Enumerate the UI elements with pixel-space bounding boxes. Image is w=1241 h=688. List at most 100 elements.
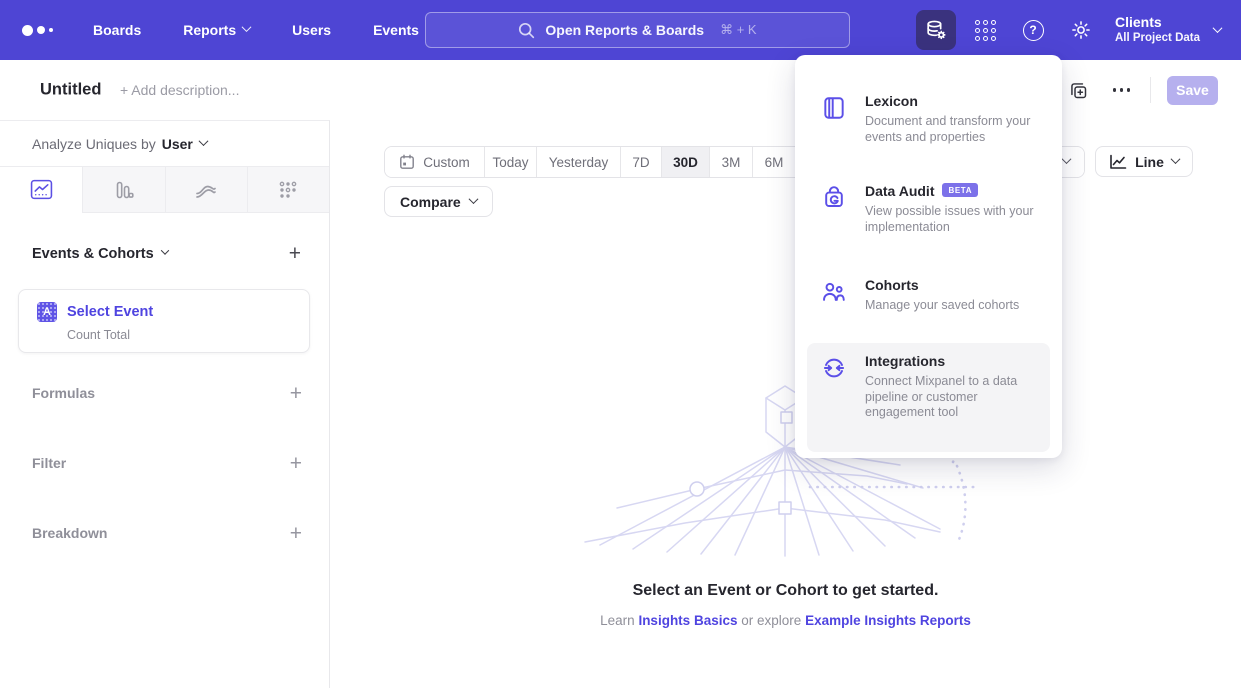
range-custom[interactable]: Custom: [385, 147, 485, 177]
add-description-field[interactable]: + Add description...: [120, 82, 239, 98]
tab-line-chart[interactable]: [0, 167, 82, 213]
menu-item-title: Lexicon: [865, 93, 918, 109]
add-filter-button[interactable]: +: [290, 453, 302, 474]
ellipsis-icon: [1113, 88, 1131, 92]
report-actions: Save: [1064, 60, 1219, 120]
events-cohorts-header: Events & Cohorts +: [0, 243, 329, 264]
add-event-button[interactable]: +: [289, 243, 301, 264]
line-chart-icon: [30, 179, 53, 200]
nav-label: Reports: [183, 22, 236, 38]
nav-label: Users: [292, 22, 331, 38]
filter-label: Filter: [32, 455, 66, 471]
help-icon: ?: [1023, 20, 1044, 41]
search-icon: [518, 22, 535, 39]
sync-icon: [821, 355, 847, 442]
chevron-down-icon: [160, 246, 168, 254]
analyze-value-dropdown[interactable]: User: [162, 136, 207, 152]
insights-basics-link[interactable]: Insights Basics: [638, 613, 737, 628]
empty-state-hint: Learn Insights Basics or explore Example…: [330, 613, 1241, 628]
navbar-right: ? Clients All Project Data: [916, 0, 1241, 60]
range-7d[interactable]: 7D: [621, 147, 662, 177]
report-title[interactable]: Untitled: [40, 81, 101, 100]
more-options-button[interactable]: [1109, 84, 1135, 96]
event-badge: A: [37, 302, 57, 322]
search-placeholder: Open Reports & Boards: [545, 22, 704, 38]
database-gear-icon: [924, 18, 949, 43]
chart-type-tabs: [0, 167, 329, 213]
data-management-menu: Lexicon Document and transform your even…: [795, 55, 1062, 458]
events-cohorts-toggle[interactable]: Events & Cohorts: [32, 246, 168, 262]
project-switcher[interactable]: Clients All Project Data: [1115, 14, 1221, 46]
tab-bar-chart[interactable]: [82, 167, 164, 213]
nav-item-boards[interactable]: Boards: [72, 0, 162, 60]
grid-dots-icon: [975, 20, 996, 41]
nav-item-users[interactable]: Users: [271, 0, 352, 60]
event-card[interactable]: A Select Event Count Total: [18, 289, 310, 353]
hint-learn: Learn: [600, 613, 635, 628]
top-navbar: Boards Reports Users Events Open Reports…: [0, 0, 1241, 60]
tab-flow-chart[interactable]: [165, 167, 247, 213]
mixpanel-insights-app: Boards Reports Users Events Open Reports…: [0, 0, 1241, 688]
menu-item-data-audit[interactable]: Data Audit BETA View possible issues wit…: [807, 173, 1050, 245]
menu-item-description: Connect Mixpanel to a data pipeline or c…: [865, 374, 1037, 421]
tab-metric-grid[interactable]: [247, 167, 329, 213]
range-yesterday[interactable]: Yesterday: [537, 147, 621, 177]
formulas-row: Formulas +: [0, 381, 330, 405]
range-6m[interactable]: 6M: [753, 147, 796, 177]
compare-button[interactable]: Compare: [384, 186, 493, 217]
menu-item-lexicon[interactable]: Lexicon Document and transform your even…: [807, 83, 1050, 155]
menu-item-description: Document and transform your events and p…: [865, 114, 1037, 145]
filter-row: Filter +: [0, 451, 330, 475]
help-button[interactable]: ?: [1013, 10, 1053, 50]
chevron-down-icon: [1170, 154, 1180, 164]
bar-chart-icon: [113, 179, 135, 201]
project-scope: All Project Data: [1115, 31, 1200, 46]
save-button[interactable]: Save: [1167, 76, 1218, 105]
mixpanel-logo-icon[interactable]: [22, 0, 53, 60]
flow-chart-icon: [194, 179, 218, 201]
chevron-down-icon: [198, 136, 208, 146]
menu-item-description: Manage your saved cohorts: [865, 298, 1037, 314]
menu-item-cohorts[interactable]: Cohorts Manage your saved cohorts: [807, 267, 1050, 324]
hint-explore: or explore: [741, 613, 801, 628]
menu-item-title: Cohorts: [865, 277, 919, 293]
range-30d[interactable]: 30D: [662, 147, 710, 177]
chevron-down-icon: [242, 22, 252, 32]
apps-grid-button[interactable]: [965, 10, 1005, 50]
breakdown-row: Breakdown +: [0, 521, 330, 545]
global-search-input[interactable]: Open Reports & Boards ⌘ + K: [425, 12, 850, 48]
add-formula-button[interactable]: +: [290, 383, 302, 404]
search-shortcut: ⌘ + K: [720, 22, 757, 38]
event-aggregation[interactable]: Count Total: [67, 328, 130, 342]
chevron-down-icon: [1062, 154, 1072, 164]
chevron-down-icon: [1213, 23, 1223, 33]
select-event-label[interactable]: Select Event: [67, 304, 153, 320]
copy-plus-icon: [1068, 80, 1089, 101]
gear-icon: [1070, 19, 1092, 41]
divider: [1150, 77, 1151, 103]
analyze-label: Analyze Uniques by: [32, 136, 156, 152]
nav-label: Events: [373, 22, 419, 38]
beta-badge: BETA: [942, 183, 978, 197]
settings-button[interactable]: [1061, 10, 1101, 50]
range-3m[interactable]: 3M: [710, 147, 753, 177]
users-icon: [821, 279, 847, 314]
duplicate-report-button[interactable]: [1064, 76, 1093, 105]
example-reports-link[interactable]: Example Insights Reports: [805, 613, 971, 628]
data-management-button[interactable]: [916, 10, 956, 50]
project-name: Clients: [1115, 14, 1200, 31]
range-today[interactable]: Today: [485, 147, 537, 177]
book-icon: [821, 95, 847, 145]
chart-type-dropdown[interactable]: Line: [1095, 146, 1193, 177]
chart-area: Custom Today Yesterday 7D 30D 3M 6M Comp…: [330, 120, 1241, 688]
analyze-row: Analyze Uniques by User: [0, 121, 329, 167]
nav-label: Boards: [93, 22, 141, 38]
breakdown-label: Breakdown: [32, 525, 107, 541]
audit-icon: [821, 185, 847, 235]
menu-item-title: Data Audit: [865, 183, 934, 199]
line-chart-icon: [1109, 154, 1127, 170]
nav-item-reports[interactable]: Reports: [162, 0, 271, 60]
menu-item-integrations[interactable]: Integrations Connect Mixpanel to a data …: [807, 343, 1050, 452]
query-sidebar: Analyze Uniques by User: [0, 120, 330, 688]
add-breakdown-button[interactable]: +: [290, 523, 302, 544]
